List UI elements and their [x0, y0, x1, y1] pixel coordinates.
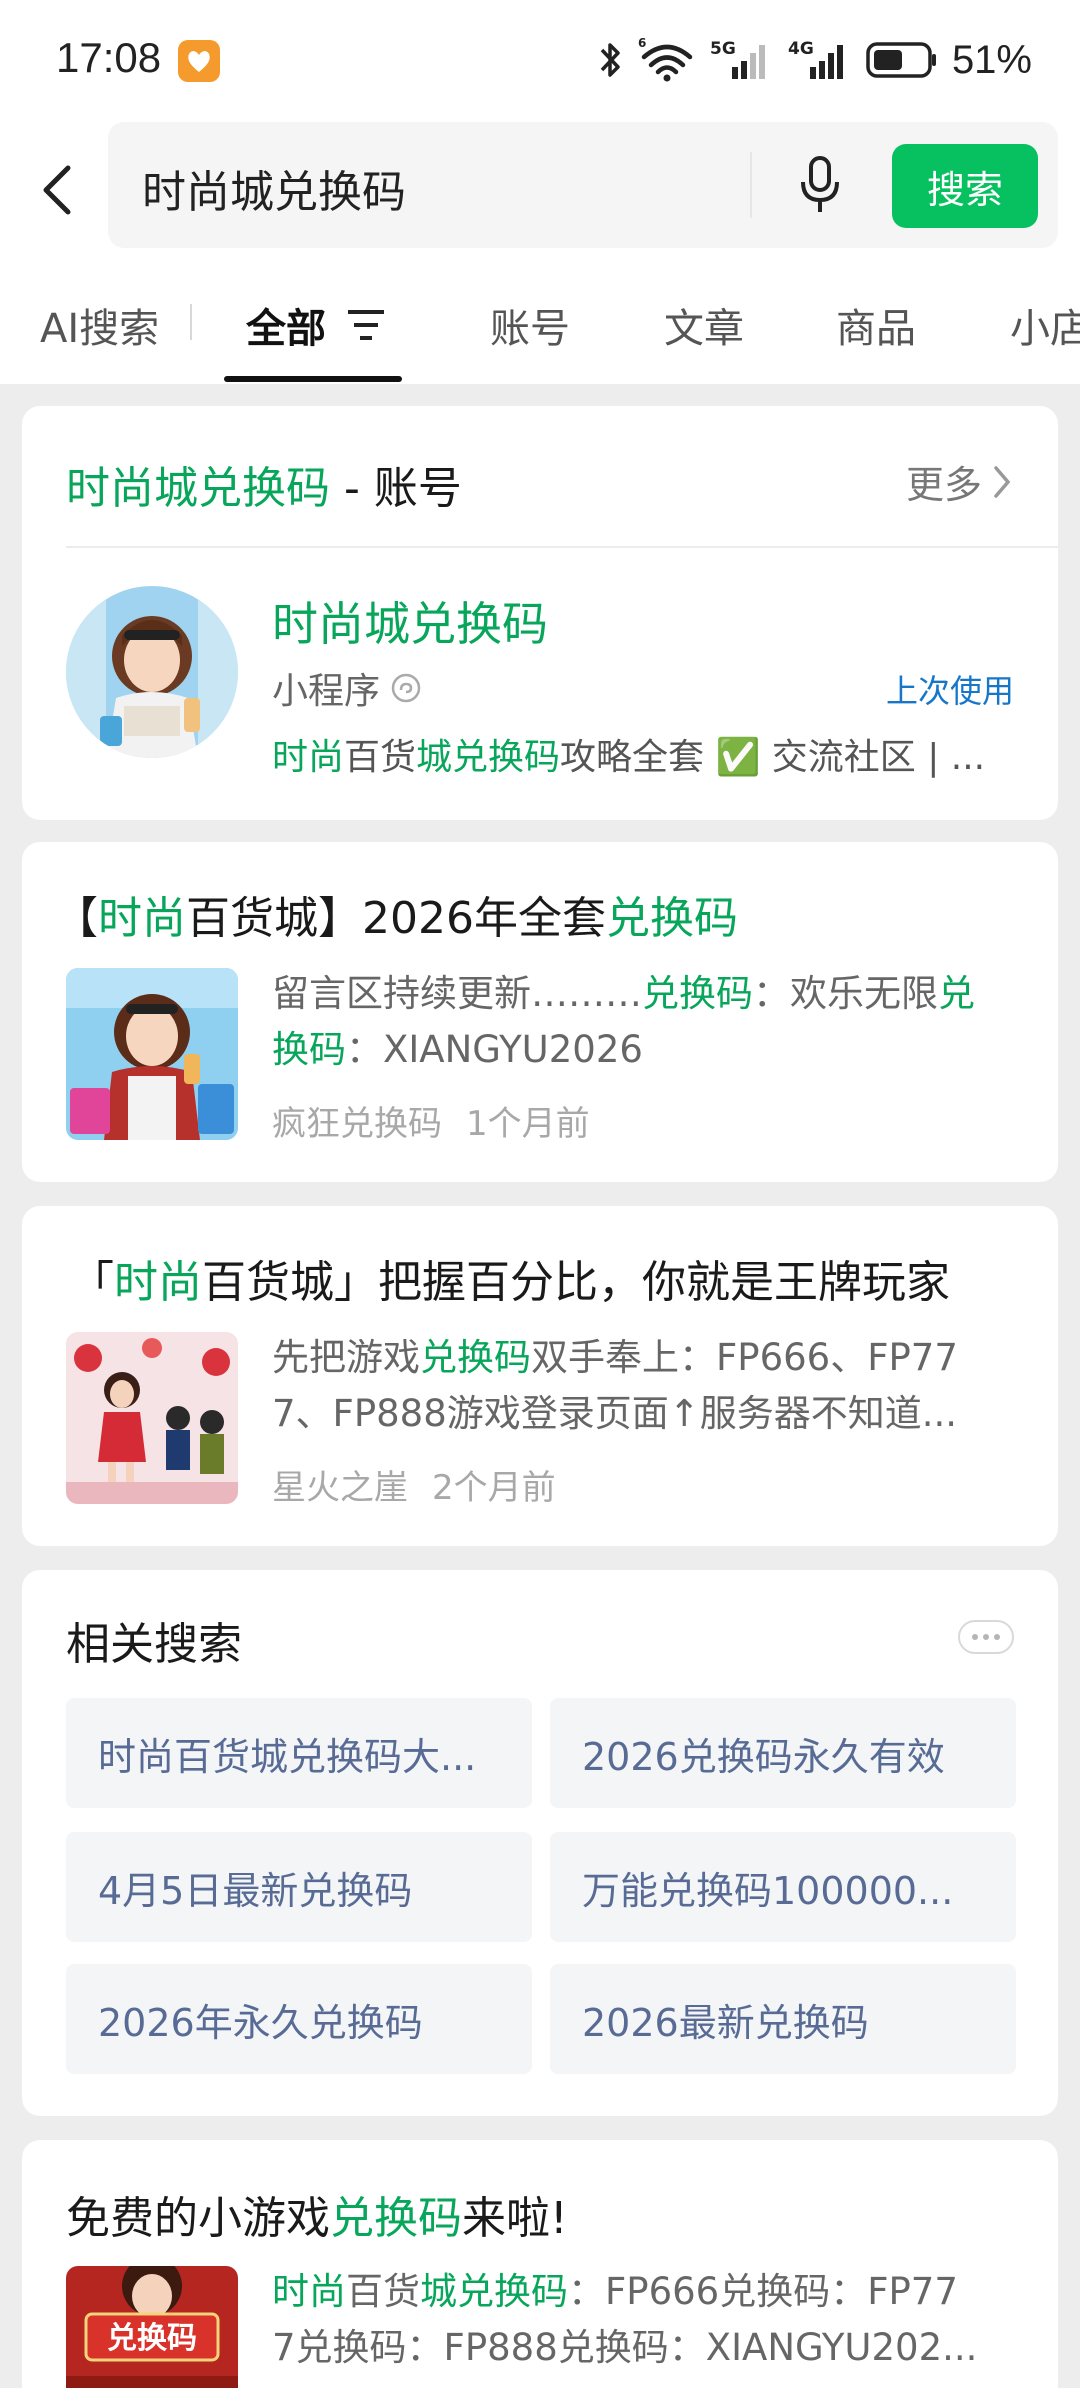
signal-5g-icon: 5G — [710, 39, 765, 79]
related-search-chip[interactable]: 万能兑换码100000... — [550, 1832, 1016, 1942]
account-card-title: 时尚城兑换码 - 账号 — [66, 452, 462, 516]
wifi-icon: 6 — [638, 37, 693, 82]
wifi-badge: 6 — [638, 37, 646, 50]
cartoon-shopper-image — [66, 968, 238, 1140]
account-type-label: 小程序 — [272, 671, 381, 712]
result-source: 星火之崖 — [272, 1468, 408, 1508]
result-title[interactable]: 「时尚百货城」把握百分比，你就是王牌玩家 — [70, 1246, 950, 1310]
network-5g-label: 5G — [710, 39, 736, 59]
active-tab-indicator — [224, 376, 402, 382]
account-description: 时尚百货城兑换码攻略全套 ✅ 交流社区 | ... — [272, 737, 986, 778]
result-meta: 星火之崖 2个月前 — [272, 1460, 556, 1509]
related-search-chip[interactable]: 4月5日最新兑换码 — [66, 1832, 532, 1942]
tab-products[interactable]: 商品 — [836, 296, 916, 354]
bluetooth-icon — [600, 43, 620, 77]
account-card: 时尚城兑换码 - 账号 更多 时尚城兑换码 小程序 上次使用 时尚百货城兑换码攻… — [22, 406, 1058, 820]
thumbnail-text: 兑换码 — [107, 2321, 197, 2356]
result-snippet: 先把游戏兑换码双手奉上：FP666、FP77 7、FP888游戏登录页面↑服务器… — [272, 1336, 958, 1435]
search-header: 时尚城兑换码 搜索 — [0, 120, 1080, 260]
tab-accounts[interactable]: 账号 — [490, 296, 570, 354]
result-meta: 疯狂兑换码 1个月前 — [272, 1096, 590, 1145]
back-button[interactable] — [36, 158, 80, 222]
last-used-label: 上次使用 — [885, 672, 1014, 710]
related-searches-title: 相关搜索 — [66, 1619, 242, 1670]
tab-separator — [190, 304, 192, 340]
tab-articles[interactable]: 文章 — [664, 296, 744, 354]
cartoon-girl-avatar-image — [66, 586, 238, 758]
search-result-2[interactable]: 「时尚百货城」把握百分比，你就是王牌玩家 先把游戏兑换码双手奉上：FP666、F… — [22, 1206, 1058, 1546]
microphone-icon — [801, 156, 839, 212]
more-label: 更多 — [905, 463, 982, 507]
account-title-highlight: 时尚城兑换码 — [66, 463, 330, 514]
related-searches-card: 相关搜索 时尚百货城兑换码大... 2026兑换码永久有效 4月5日最新兑换码 … — [22, 1570, 1058, 2116]
filter-icon[interactable] — [346, 308, 386, 342]
search-button[interactable]: 搜索 — [892, 144, 1038, 228]
tab-shops[interactable]: 小店 — [1010, 296, 1080, 354]
result-tabs: AI搜索 全部 账号 文章 商品 小店 — [0, 260, 1080, 384]
more-options-icon[interactable] — [958, 1620, 1014, 1654]
result-snippet: 时尚百货城兑换码：FP666兑换码：FP77 7兑换码：FP888兑换码：XIA… — [272, 2270, 978, 2369]
result-thumbnail — [66, 968, 238, 1140]
battery-icon — [866, 42, 936, 78]
network-4g-label: 4G — [788, 39, 814, 59]
more-accounts-button[interactable]: 更多 — [906, 454, 1012, 509]
search-input[interactable]: 时尚城兑换码 — [142, 156, 406, 220]
related-search-chip[interactable]: 2026最新兑换码 — [550, 1964, 1016, 2074]
festive-characters-image — [66, 1332, 238, 1504]
result-thumbnail: 兑换码 — [66, 2266, 238, 2388]
search-divider — [750, 152, 752, 218]
search-result-1[interactable]: 【时尚百货城】2026年全套兑换码 留言区持续更新………兑换码：欢乐无限兑 换码… — [22, 842, 1058, 1182]
divider — [66, 546, 1058, 548]
related-search-chip[interactable]: 2026兑换码永久有效 — [550, 1698, 1016, 1808]
status-bar: 17:08 6 5G 4G 51% — [0, 0, 1080, 120]
result-source: 疯狂兑换码 — [272, 1104, 442, 1144]
chevron-right-icon — [994, 465, 1011, 498]
status-icons: 6 5G 4G 51% — [598, 32, 1032, 88]
signal-4g-icon: 4G — [788, 39, 843, 79]
tab-ai-search[interactable]: AI搜索 — [40, 296, 159, 354]
related-search-chip[interactable]: 2026年永久兑换码 — [66, 1964, 532, 2074]
mini-program-avatar[interactable] — [66, 586, 238, 758]
account-type: 小程序 — [272, 662, 422, 714]
result-time: 1个月前 — [466, 1104, 590, 1144]
status-time: 17:08 — [56, 34, 162, 81]
result-title[interactable]: 免费的小游戏兑换码来啦! — [66, 2182, 568, 2246]
search-result-3[interactable]: 免费的小游戏兑换码来啦! 兑换码 时尚百货城兑换码：FP666兑换码：FP77 … — [22, 2140, 1058, 2388]
tab-all[interactable]: 全部 — [246, 296, 326, 354]
result-thumbnail — [66, 1332, 238, 1504]
result-snippet: 留言区持续更新………兑换码：欢乐无限兑 换码：XIANGYU2026 — [272, 972, 975, 1071]
battery-percent: 51% — [951, 37, 1032, 82]
search-box[interactable]: 时尚城兑换码 搜索 — [108, 122, 1058, 248]
chevron-left-icon — [43, 165, 71, 215]
result-title[interactable]: 【时尚百货城】2026年全套兑换码 — [54, 882, 738, 946]
voice-button[interactable] — [798, 154, 842, 216]
account-title-rest: - 账号 — [330, 463, 462, 514]
account-name[interactable]: 时尚城兑换码 — [272, 588, 548, 654]
mini-program-icon — [391, 673, 421, 703]
notification-app-icon — [178, 40, 220, 82]
related-search-chip[interactable]: 时尚百货城兑换码大... — [66, 1698, 532, 1808]
result-time: 2个月前 — [432, 1468, 556, 1508]
redeem-code-banner-image: 兑换码 — [66, 2266, 238, 2388]
